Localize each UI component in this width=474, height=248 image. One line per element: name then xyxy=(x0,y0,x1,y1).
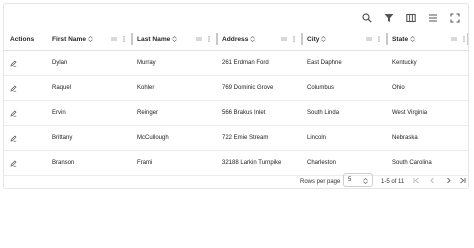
drag-handle-icon[interactable] xyxy=(196,36,202,42)
drag-handle-icon[interactable] xyxy=(451,36,457,42)
column-menu-icon[interactable] xyxy=(206,36,212,42)
column-resize-handle[interactable] xyxy=(131,33,133,45)
cell-first-name: Raquel xyxy=(52,85,72,91)
rows-per-page-label: Rows per page xyxy=(300,179,341,185)
sort-icon[interactable] xyxy=(321,36,327,42)
edit-button[interactable] xyxy=(10,101,44,125)
density-icon xyxy=(429,14,437,22)
edit-icon xyxy=(10,60,17,66)
table-header-row: Actions First Name Last Name Address Cit… xyxy=(4,28,468,51)
cell-state: Kentucky xyxy=(392,60,417,66)
sort-icon[interactable] xyxy=(172,36,178,42)
edit-icon xyxy=(10,110,17,116)
cell-state: Nebraska xyxy=(392,135,418,141)
cell-last-name: Reinger xyxy=(137,110,159,116)
cell-state: South Carolina xyxy=(392,160,432,166)
column-resize-handle[interactable] xyxy=(386,33,388,45)
next-page-button[interactable] xyxy=(443,175,453,185)
table-pagination: Rows per page 5 1-5 of 11 xyxy=(4,173,468,188)
header-label: State xyxy=(392,35,409,43)
column-menu-icon[interactable] xyxy=(376,36,382,42)
header-label: City xyxy=(307,35,320,43)
edit-icon xyxy=(10,85,17,91)
columns-icon xyxy=(406,13,416,23)
column-actions-last-name xyxy=(196,28,212,50)
column-menu-icon[interactable] xyxy=(121,36,127,42)
sort-icon[interactable] xyxy=(250,36,256,42)
fullscreen-button[interactable] xyxy=(448,11,462,25)
column-resize-handle[interactable] xyxy=(301,33,303,45)
chevron-left-icon xyxy=(429,177,434,183)
last-page-button[interactable] xyxy=(457,175,467,185)
cell-last-name: Murray xyxy=(137,60,156,66)
chevron-right-icon xyxy=(446,177,451,183)
cell-city: Charleston xyxy=(307,160,337,166)
cell-address: 769 Dominic Grove xyxy=(222,85,274,91)
column-actions-first-name xyxy=(111,28,127,50)
data-table: Actions First Name Last Name Address Cit… xyxy=(4,28,468,176)
cell-first-name: Dylan xyxy=(52,60,68,66)
cell-last-name: Frami xyxy=(137,160,153,166)
rows-per-page-value: 5 xyxy=(348,177,352,183)
column-menu-icon[interactable] xyxy=(291,36,297,42)
edit-icon xyxy=(10,160,17,166)
cell-last-name: Kohler xyxy=(137,85,155,91)
header-actions: Actions xyxy=(10,28,44,50)
density-button[interactable] xyxy=(426,11,440,25)
table-row: Raquel Kohler 769 Dominic Grove Columbus… xyxy=(4,76,468,101)
cell-last-name: McCullough xyxy=(137,135,169,141)
cell-first-name: Ervin xyxy=(52,110,66,116)
cell-address: 261 Erdman Ford xyxy=(222,60,269,66)
cell-state: West Virginia xyxy=(392,110,428,116)
drag-handle-icon[interactable] xyxy=(366,36,372,42)
cell-address: 32188 Larkin Turnpike xyxy=(222,160,282,166)
table-row: Branson Frami 32188 Larkin Turnpike Char… xyxy=(4,151,468,176)
cell-address: 722 Emie Stream xyxy=(222,135,269,141)
first-page-button[interactable] xyxy=(411,175,421,185)
column-actions-address xyxy=(281,28,297,50)
cell-state: Ohio xyxy=(392,85,405,91)
last-page-icon xyxy=(459,177,465,183)
search-button[interactable] xyxy=(360,11,374,25)
fullscreen-icon xyxy=(450,13,460,23)
header-label: Last Name xyxy=(137,35,171,43)
header-label: First Name xyxy=(52,35,87,43)
edit-button[interactable] xyxy=(10,76,44,100)
column-actions-city xyxy=(366,28,382,50)
sort-icon[interactable] xyxy=(88,36,93,42)
column-actions-state xyxy=(451,28,467,50)
edit-button[interactable] xyxy=(10,126,44,150)
rows-per-page-select[interactable]: 5 xyxy=(343,173,373,187)
cell-first-name: Brittany xyxy=(52,135,73,141)
cell-first-name: Branson xyxy=(52,160,75,166)
drag-handle-icon[interactable] xyxy=(281,36,287,42)
header-label: Actions xyxy=(10,35,35,43)
previous-page-button[interactable] xyxy=(427,175,437,185)
search-icon xyxy=(362,13,372,23)
table-row: Brittany McCullough 722 Emie Stream Linc… xyxy=(4,126,468,151)
sort-icon[interactable] xyxy=(410,36,415,42)
edit-icon xyxy=(10,135,17,141)
cell-city: Lincoln xyxy=(307,135,327,141)
cell-city: East Daphne xyxy=(307,60,342,66)
first-page-icon xyxy=(413,177,419,183)
header-label: Address xyxy=(222,35,249,43)
cell-city: Columbus xyxy=(307,85,335,91)
table-row: Dylan Murray 261 Erdman Ford East Daphne… xyxy=(4,51,468,76)
drag-handle-icon[interactable] xyxy=(111,36,117,42)
filter-icon xyxy=(384,14,394,22)
chevron-down-icon xyxy=(363,178,368,184)
column-resize-handle[interactable] xyxy=(467,33,468,45)
cell-city: South Linda xyxy=(307,110,340,116)
edit-button[interactable] xyxy=(10,51,44,75)
cell-address: 566 Brakus Inlet xyxy=(222,110,266,116)
table-toolbar xyxy=(360,11,462,25)
page-range: 1-5 of 11 xyxy=(381,179,405,185)
data-table-card: Actions First Name Last Name Address Cit… xyxy=(3,3,469,189)
table-row: Ervin Reinger 566 Brakus Inlet South Lin… xyxy=(4,101,468,126)
column-resize-handle[interactable] xyxy=(216,33,218,45)
filter-button[interactable] xyxy=(382,11,396,25)
columns-button[interactable] xyxy=(404,11,418,25)
edit-button[interactable] xyxy=(10,151,44,175)
